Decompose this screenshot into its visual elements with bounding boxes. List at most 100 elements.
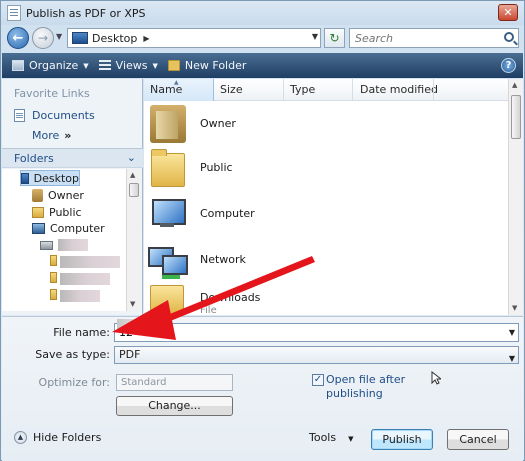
favorite-link-documents[interactable]: Documents bbox=[14, 109, 95, 122]
search-box[interactable] bbox=[349, 28, 519, 48]
change-button[interactable]: Change... bbox=[116, 396, 233, 416]
views-label: Views bbox=[115, 59, 148, 72]
tree-item-label: Desktop bbox=[33, 171, 79, 185]
chevron-down-icon[interactable]: ▼ bbox=[509, 328, 515, 337]
folder-icon bbox=[150, 285, 184, 315]
user-folder-icon bbox=[150, 105, 186, 143]
open-after-publishing-checkbox[interactable]: ✓ bbox=[312, 374, 324, 386]
column-divider[interactable] bbox=[352, 79, 353, 101]
column-label: Name bbox=[150, 83, 183, 96]
views-button[interactable]: Views ▼ bbox=[98, 59, 158, 72]
folders-header[interactable]: Folders ⌄ bbox=[2, 148, 143, 168]
back-button[interactable]: ← bbox=[7, 27, 29, 49]
file-name-field[interactable]: ▼ bbox=[114, 323, 519, 342]
network-icon bbox=[148, 243, 188, 277]
address-row: ← → ▼ Desktop ▶ ▼ ↻ bbox=[1, 25, 524, 51]
column-header-date-modified[interactable]: Date modified bbox=[360, 83, 438, 96]
redacted-label bbox=[60, 290, 100, 302]
folder-icon bbox=[50, 289, 57, 300]
new-folder-label: New Folder bbox=[184, 59, 247, 72]
desktop-icon bbox=[21, 172, 29, 184]
help-button[interactable]: ? bbox=[501, 58, 516, 73]
item-name: Network bbox=[200, 253, 246, 266]
tree-item-desktop[interactable]: Desktop bbox=[20, 170, 80, 186]
scroll-up-icon[interactable]: ▲ bbox=[130, 171, 135, 179]
address-location: Desktop bbox=[92, 31, 138, 45]
scroll-thumb[interactable] bbox=[129, 183, 139, 197]
chevron-down-icon: ▼ bbox=[348, 435, 354, 443]
window-title: Publish as PDF or XPS bbox=[26, 6, 146, 20]
scroll-up-icon[interactable]: ▲ bbox=[512, 81, 517, 89]
chevron-up-icon: ▲ bbox=[14, 431, 27, 444]
tree-item-label: Public bbox=[49, 205, 82, 219]
publish-button[interactable]: Publish bbox=[371, 429, 433, 450]
search-input[interactable] bbox=[355, 31, 495, 45]
organize-label: Organize bbox=[29, 59, 79, 72]
column-header-size[interactable]: Size bbox=[220, 83, 243, 96]
tree-item-label: Computer bbox=[50, 221, 105, 235]
desktop-icon bbox=[72, 32, 88, 44]
column-header-name[interactable]: ▲ Name bbox=[144, 79, 214, 101]
computer-icon bbox=[148, 199, 186, 229]
organize-button[interactable]: Organize ▼ bbox=[12, 59, 89, 72]
tree-item-computer[interactable]: Computer bbox=[32, 220, 105, 236]
open-after-publishing-label[interactable]: Open file after publishing bbox=[326, 373, 416, 401]
folder-icon bbox=[151, 149, 185, 187]
item-name: Computer bbox=[200, 207, 255, 220]
cancel-button[interactable]: Cancel bbox=[447, 429, 509, 450]
hide-folders-button[interactable]: ▲ Hide Folders bbox=[14, 431, 101, 444]
chevron-down-icon[interactable]: ▼ bbox=[312, 32, 318, 41]
tools-button[interactable]: Tools ▼ bbox=[309, 431, 354, 444]
history-dropdown-icon[interactable]: ▼ bbox=[56, 32, 65, 44]
tree-item-label: Owner bbox=[48, 188, 84, 202]
column-divider[interactable] bbox=[283, 79, 284, 101]
hide-folders-label: Hide Folders bbox=[33, 431, 102, 444]
title-bar: Publish as PDF or XPS ✕ bbox=[1, 1, 524, 25]
item-name: Owner bbox=[200, 117, 236, 130]
breadcrumb-arrow-icon[interactable]: ▶ bbox=[143, 34, 149, 43]
tree-item-owner[interactable]: Owner bbox=[32, 187, 84, 203]
computer-icon bbox=[32, 222, 45, 234]
item-name: Downloads bbox=[200, 291, 261, 304]
more-links-button[interactable]: More » bbox=[32, 129, 71, 142]
publish-dialog: Publish as PDF or XPS ✕ ← → ▼ Desktop ▶ … bbox=[0, 0, 525, 461]
chevron-down-icon: ▼ bbox=[508, 354, 515, 363]
folders-label: Folders bbox=[14, 152, 54, 165]
optimize-for-label: Optimize for: bbox=[38, 376, 110, 389]
redacted-label bbox=[60, 273, 110, 285]
chevron-down-icon: ⌄ bbox=[126, 151, 136, 164]
tree-scrollbar[interactable]: ▲ ▼ bbox=[126, 169, 141, 311]
organize-icon bbox=[12, 60, 24, 71]
documents-label: Documents bbox=[32, 109, 95, 122]
column-header-type[interactable]: Type bbox=[290, 83, 315, 96]
refresh-button[interactable]: ↻ bbox=[324, 28, 345, 48]
redacted-label bbox=[58, 239, 88, 251]
list-scrollbar[interactable]: ▲ ▼ bbox=[508, 79, 523, 315]
text-cursor-icon bbox=[431, 371, 441, 385]
folder-tree: Desktop Owner Public Computer bbox=[2, 169, 126, 311]
address-bar[interactable]: Desktop ▶ ▼ bbox=[67, 28, 321, 48]
tree-item-public[interactable]: Public bbox=[32, 204, 82, 220]
tree-item-drive[interactable] bbox=[40, 237, 58, 253]
drive-icon bbox=[40, 240, 53, 250]
scroll-thumb[interactable] bbox=[511, 95, 521, 139]
forward-button[interactable]: → bbox=[32, 27, 54, 49]
redacted-label bbox=[60, 256, 120, 268]
scroll-down-icon[interactable]: ▼ bbox=[130, 300, 135, 308]
document-icon bbox=[7, 5, 21, 21]
search-icon[interactable] bbox=[504, 32, 514, 42]
user-folder-icon bbox=[32, 188, 43, 202]
file-name-input[interactable] bbox=[115, 324, 495, 341]
save-as-type-select[interactable]: PDF ▼ bbox=[114, 346, 519, 364]
item-name: Public bbox=[200, 161, 233, 174]
tools-label: Tools bbox=[309, 431, 337, 444]
close-button[interactable]: ✕ bbox=[498, 4, 518, 21]
column-divider[interactable] bbox=[433, 79, 434, 101]
scroll-down-icon[interactable]: ▼ bbox=[512, 304, 517, 312]
folder-icon bbox=[50, 255, 57, 266]
file-list: ▲ Name Size Type Date modified Owner Pub… bbox=[144, 79, 523, 327]
new-folder-button[interactable]: New Folder bbox=[167, 59, 247, 72]
save-options-panel: File name: ▼ Save as type: PDF ▼ Optimiz… bbox=[2, 316, 523, 461]
command-toolbar: Organize ▼ Views ▼ New Folder ? bbox=[2, 53, 523, 78]
documents-icon bbox=[14, 109, 25, 122]
